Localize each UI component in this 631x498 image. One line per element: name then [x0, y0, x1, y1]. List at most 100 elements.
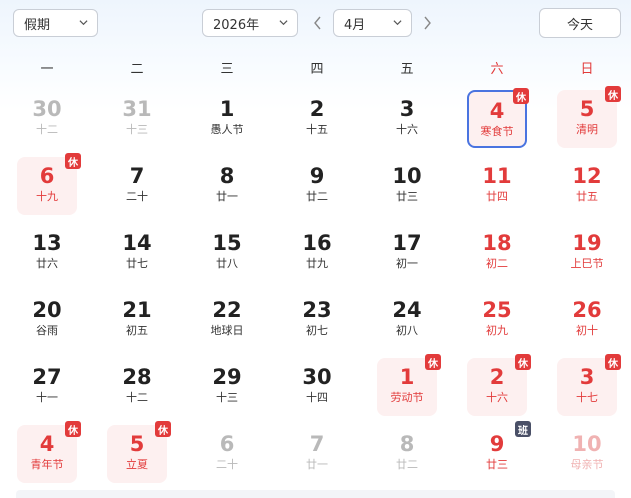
calendar-day-cell[interactable]: 4 青年节休	[17, 421, 81, 483]
day-number: 7	[309, 432, 325, 456]
lunar-date: 十四	[306, 391, 328, 404]
calendar-day-cell[interactable]: 28 十二	[107, 358, 167, 416]
year-select-value: 2026年	[213, 17, 260, 33]
calendar-day-cell[interactable]: 25 初九	[467, 291, 527, 349]
lunar-date: 十二	[36, 123, 58, 136]
lunar-date: 二十	[216, 458, 238, 471]
calendar-day-cell[interactable]: 29 十三	[197, 358, 257, 416]
calendar-day-cell[interactable]: 15 廿八	[197, 224, 257, 282]
calendar-day-cell[interactable]: 22 地球日	[197, 291, 257, 349]
lunar-date: 十二	[126, 391, 148, 404]
day-number: 8	[219, 164, 235, 188]
calendar-toolbar: 假期 2026年 4月 今天	[0, 0, 631, 48]
calendar-day-cell[interactable]: 24 初八	[377, 291, 437, 349]
day-number: 29	[212, 365, 242, 389]
next-month-button[interactable]	[420, 14, 434, 32]
calendar-day-cell[interactable]: 21 初五	[107, 291, 167, 349]
festival-label: 劳动节	[390, 391, 424, 404]
day-number: 7	[129, 164, 145, 188]
calendar-day-cell[interactable]: 30 十四	[287, 358, 347, 416]
prev-month-button[interactable]	[311, 14, 325, 32]
day-number: 19	[572, 231, 602, 255]
day-number: 26	[572, 298, 602, 322]
lunar-date: 廿一	[216, 190, 238, 203]
day-number: 1	[219, 97, 235, 121]
day-number: 30	[302, 365, 332, 389]
calendar-day-cell[interactable]: 5 立夏休	[107, 421, 171, 483]
day-number: 18	[482, 231, 512, 255]
calendar-day-cell[interactable]: 10 母亲节	[557, 425, 617, 483]
chevron-down-icon	[393, 18, 402, 26]
calendar-day-cell[interactable]: 4 寒食节休	[467, 88, 529, 148]
lunar-date: 廿二	[396, 458, 418, 471]
rest-day-badge: 休	[65, 421, 81, 437]
calendar-day-cell[interactable]: 9 廿二	[287, 157, 347, 215]
calendar-day-cell[interactable]: 31 十三	[107, 90, 167, 148]
festival-label: 清明	[576, 123, 598, 136]
day-number: 21	[122, 298, 152, 322]
weekday-label: 六	[490, 62, 504, 77]
lunar-date: 廿二	[306, 190, 328, 203]
calendar-day-cell[interactable]: 6 二十	[197, 425, 257, 483]
calendar-day-cell[interactable]: 27 十一	[17, 358, 77, 416]
calendar-day-cell[interactable]: 8 廿二	[377, 425, 437, 483]
festival-label: 青年节	[30, 458, 64, 471]
calendar-day-cell[interactable]: 23 初七	[287, 291, 347, 349]
calendar-day-cell[interactable]: 2 十六休	[467, 354, 531, 416]
calendar-day-cell[interactable]: 9 廿三班	[467, 421, 531, 483]
lunar-date: 初七	[306, 324, 328, 337]
calendar-day-cell[interactable]: 5 清明休	[557, 86, 621, 148]
weekday-label: 日	[580, 62, 594, 77]
calendar-day-cell[interactable]: 1 愚人节	[197, 90, 257, 148]
festival-label: 愚人节	[210, 123, 244, 136]
lunar-date: 廿七	[126, 257, 148, 270]
lunar-date: 初八	[396, 324, 418, 337]
calendar-day-cell[interactable]: 14 廿七	[107, 224, 167, 282]
lunar-date: 廿六	[36, 257, 58, 270]
day-number: 25	[482, 298, 512, 322]
weekday-header: 一二三四五六日	[0, 54, 631, 80]
calendar-day-cell[interactable]: 16 廿九	[287, 224, 347, 282]
calendar-day-cell[interactable]: 8 廿一	[197, 157, 257, 215]
calendar-day-cell[interactable]: 11 廿四	[467, 157, 527, 215]
calendar-day-cell[interactable]: 17 初一	[377, 224, 437, 282]
lunar-date: 十三	[126, 123, 148, 136]
chevron-left-icon	[314, 16, 321, 30]
calendar-day-cell[interactable]: 26 初十	[557, 291, 617, 349]
rest-day-badge: 休	[155, 421, 171, 437]
festival-label: 寒食节	[480, 125, 514, 138]
holiday-select[interactable]: 假期	[13, 9, 98, 37]
lunar-date: 二十	[126, 190, 148, 203]
day-number: 31	[122, 97, 152, 121]
calendar-day-cell[interactable]: 10 廿三	[377, 157, 437, 215]
calendar-day-cell[interactable]: 2 十五	[287, 90, 347, 148]
calendar-day-cell[interactable]: 7 廿一	[287, 425, 347, 483]
day-number: 14	[122, 231, 152, 255]
day-number: 3	[399, 97, 415, 121]
calendar-day-cell[interactable]: 30 十二	[17, 90, 77, 148]
calendar-day-cell[interactable]: 19 上巳节	[557, 224, 617, 282]
lunar-date: 初一	[396, 257, 418, 270]
calendar-day-cell[interactable]: 12 廿五	[557, 157, 617, 215]
day-number: 8	[399, 432, 415, 456]
lunar-date: 十九	[36, 190, 58, 203]
month-select[interactable]: 4月	[333, 9, 412, 37]
calendar-day-cell[interactable]: 6 十九休	[17, 153, 81, 215]
lunar-date: 初九	[486, 324, 508, 337]
year-select[interactable]: 2026年	[202, 9, 298, 37]
day-number: 2	[309, 97, 325, 121]
lunar-date: 十三	[216, 391, 238, 404]
calendar-day-cell[interactable]: 13 廿六	[17, 224, 77, 282]
calendar-day-cell[interactable]: 18 初二	[467, 224, 527, 282]
calendar-day-cell[interactable]: 3 十七休	[557, 354, 621, 416]
day-number: 24	[392, 298, 422, 322]
calendar-day-cell[interactable]: 3 十六	[377, 90, 437, 148]
festival-label: 谷雨	[36, 324, 58, 337]
calendar-day-cell[interactable]: 20 谷雨	[17, 291, 77, 349]
day-number: 9	[309, 164, 325, 188]
festival-label: 母亲节	[570, 458, 604, 471]
calendar-day-cell[interactable]: 7 二十	[107, 157, 167, 215]
calendar-day-cell[interactable]: 1 劳动节休	[377, 354, 441, 416]
today-button[interactable]: 今天	[539, 8, 621, 38]
lunar-date: 廿五	[576, 190, 598, 203]
